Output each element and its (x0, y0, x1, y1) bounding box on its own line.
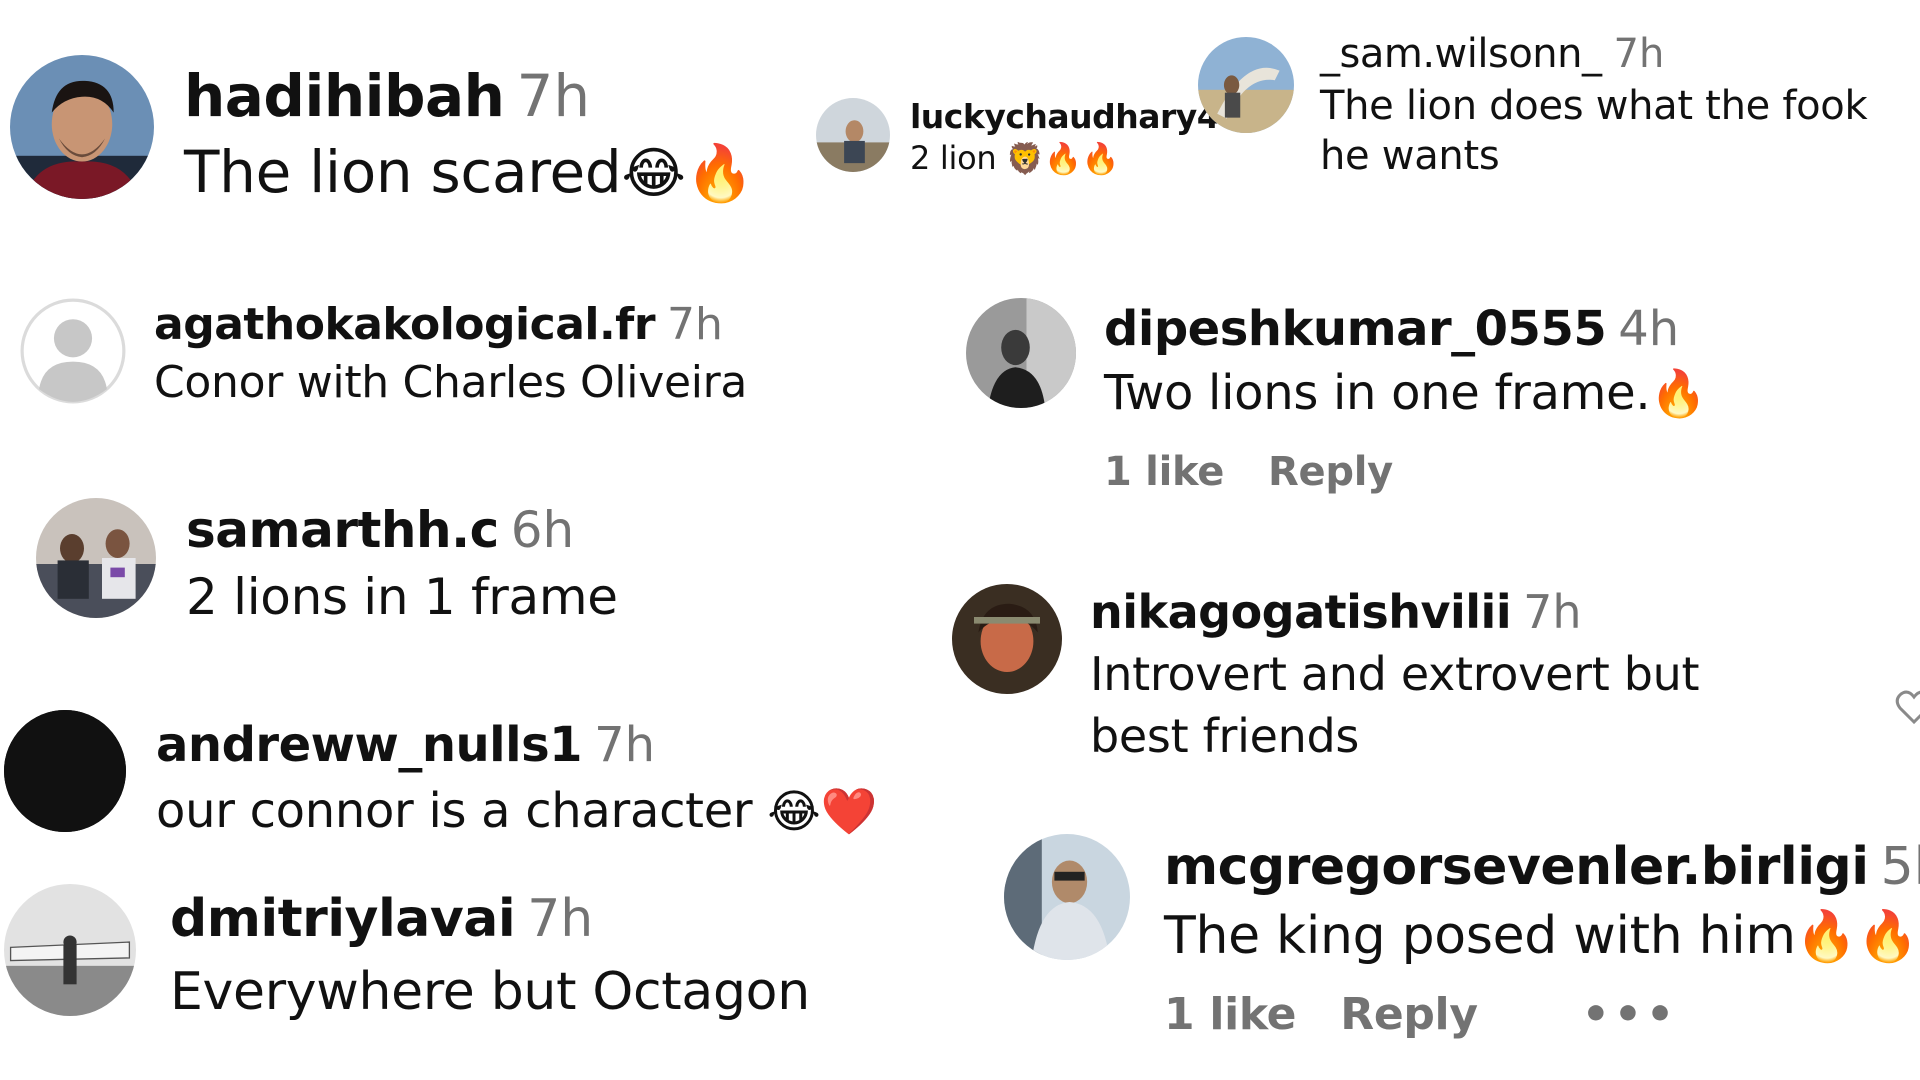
reply-button[interactable]: Reply (1340, 989, 1478, 1040)
default-avatar-icon (20, 298, 126, 404)
comment-mcgregorsevenler: mcgregorsevenler.birligi5h The king pose… (1004, 834, 1920, 1040)
comment-text: Two lions in one frame. (1104, 365, 1651, 422)
profile-photo (1004, 834, 1130, 960)
comment-username[interactable]: _sam.wilsonn_ (1320, 31, 1602, 77)
avatar[interactable] (4, 884, 136, 1016)
reply-button[interactable]: Reply (1268, 449, 1393, 495)
comment-text: The lion does what the fook he wants (1320, 83, 1868, 179)
comment-username[interactable]: agathokakological.fr (154, 299, 656, 350)
comment-text: The lion scared (184, 137, 622, 206)
profile-photo (966, 298, 1076, 408)
comment-agathokakological: agathokakological.fr 7h Conor with Charle… (20, 298, 747, 410)
like-count[interactable]: 1 like (1164, 989, 1297, 1040)
emoji: 😂❤️ (767, 785, 878, 839)
avatar[interactable] (952, 584, 1062, 694)
avatar[interactable] (36, 498, 156, 618)
avatar[interactable] (1198, 37, 1294, 133)
comment-username[interactable]: nikagogatishvilii (1090, 585, 1512, 639)
profile-photo (816, 98, 890, 172)
profile-photo (36, 498, 156, 618)
comment-username[interactable]: dipeshkumar_0555 (1104, 301, 1607, 357)
comment-text: 2 lion (910, 138, 997, 177)
comment-username[interactable]: luckychaudhary4 (910, 97, 1220, 136)
comment-timestamp[interactable]: 7h (516, 62, 590, 130)
emoji: 🔥🔥 (1795, 906, 1919, 965)
comment-timestamp[interactable]: 7h (594, 717, 655, 773)
profile-photo (10, 55, 154, 199)
comment-timestamp[interactable]: 7h (1614, 31, 1665, 77)
comment-hadihibah: hadihibah 7h The lion scared😂🔥 (10, 55, 754, 208)
avatar[interactable] (10, 55, 154, 199)
comment-username[interactable]: andreww_nulls1 (156, 717, 583, 773)
comment-timestamp[interactable]: 5h (1881, 837, 1920, 897)
profile-photo (1198, 37, 1294, 133)
comment-text: Everywhere but Octagon (170, 961, 810, 1022)
comment-dipeshkumar: dipeshkumar_0555 4h Two lions in one fram… (966, 298, 1707, 495)
comment-text: The king posed with him (1164, 905, 1796, 966)
comment-dmitriylavai: dmitriylavai 7h Everywhere but Octagon (4, 884, 810, 1025)
comment-nikagogatishvilii: nikagogatishvilii 7h Introvert and extrov… (952, 584, 1790, 767)
avatar[interactable] (816, 98, 890, 172)
comment-text: Conor with Charles Oliveira (154, 356, 748, 408)
emoji: 😂🔥 (621, 140, 755, 205)
like-count[interactable]: 1 like (1104, 449, 1224, 495)
comment-text: Introvert and extrovert but best friends (1090, 646, 1700, 763)
comment-username[interactable]: hadihibah (184, 62, 505, 130)
comment-timestamp[interactable]: 7h (527, 889, 593, 949)
comment-username[interactable]: mcgregorsevenler.birligi (1164, 837, 1869, 897)
avatar[interactable] (4, 710, 126, 832)
comment-username[interactable]: dmitriylavai (170, 889, 516, 949)
comment-sam-wilsonn: _sam.wilsonn_ 7h The lion does what the f… (1198, 31, 1920, 181)
profile-photo (4, 884, 136, 1016)
avatar[interactable] (1004, 834, 1130, 960)
more-options-icon[interactable]: ••• (1582, 989, 1678, 1040)
comment-andreww-nulls1: andreww_nulls1 7h our connor is a charact… (4, 710, 877, 841)
heart-outline-icon[interactable] (1894, 688, 1920, 728)
comment-timestamp[interactable]: 6h (511, 501, 575, 559)
profile-photo (4, 710, 126, 832)
comment-text: our connor is a character (156, 783, 768, 840)
emoji: 🦁🔥🔥 (1006, 141, 1120, 177)
heart-outline-icon (1895, 690, 1920, 725)
profile-photo (952, 584, 1062, 694)
avatar[interactable] (966, 298, 1076, 408)
comment-text: 2 lions in 1 frame (186, 567, 618, 626)
comment-timestamp[interactable]: 7h (667, 299, 723, 350)
comment-username[interactable]: samarthh.c (186, 501, 499, 559)
default-avatar-icon[interactable] (20, 298, 126, 404)
comment-luckychaudhary4: luckychaudhary4 2 lion 🦁🔥🔥 (816, 97, 1220, 179)
emoji: 🔥 (1650, 367, 1708, 421)
comment-timestamp[interactable]: 4h (1618, 301, 1679, 357)
comment-samarthh: samarthh.c 6h 2 lions in 1 frame (36, 498, 618, 628)
comment-timestamp[interactable]: 7h (1523, 585, 1581, 639)
